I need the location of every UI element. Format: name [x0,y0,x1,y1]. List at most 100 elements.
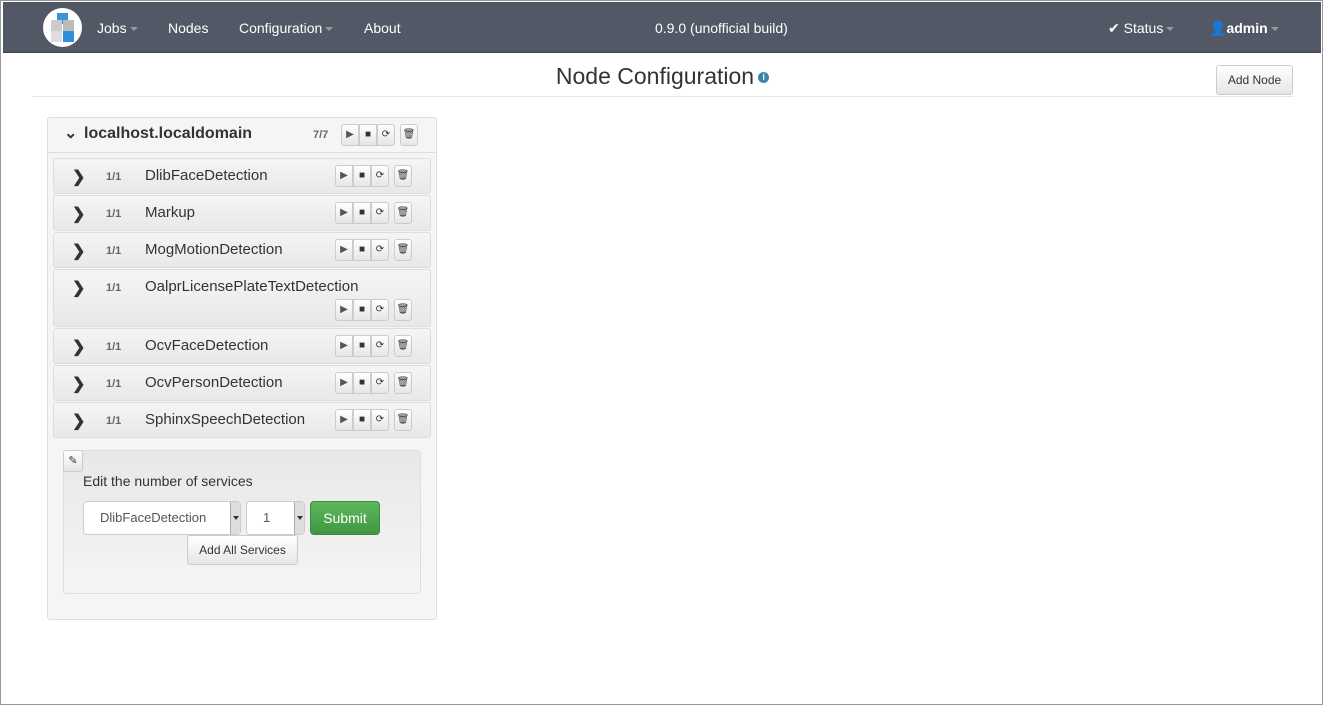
divider [32,96,1293,97]
nav-user-label: admin [1226,20,1268,36]
chevron-right-icon[interactable]: ❯ [72,204,85,224]
play-button[interactable]: ▶ [335,335,353,357]
delete-button[interactable]: 🗑 [394,335,412,357]
nav-user[interactable]: 👤admin [1209,20,1279,37]
restart-button[interactable]: ⟳ [371,299,389,321]
service-select[interactable]: DlibFaceDetection [83,501,241,535]
nav-about[interactable]: About [364,20,401,36]
service-row: ❯ 1/1 OcvFaceDetection ▶ ■ ⟳ 🗑 [53,328,431,364]
check-icon: ✔ [1108,20,1124,36]
service-controls: ▶ ■ ⟳ 🗑 [335,239,412,261]
chevron-down-icon[interactable]: ⌄ [64,123,77,143]
node-header: ⌄ localhost.localdomain 7/7 ▶ ■ ⟳ 🗑 [48,118,436,153]
page-title: Node Configuration i [1,63,1323,90]
play-button[interactable]: ▶ [335,372,353,394]
nav-jobs[interactable]: Jobs [97,20,138,36]
service-name: OalprLicensePlateTextDetection [145,278,359,295]
service-count: 1/1 [106,208,122,220]
caret-down-icon [294,502,304,534]
service-row: ❯ 1/1 MogMotionDetection ▶ ■ ⟳ 🗑 [53,232,431,268]
chevron-right-icon[interactable]: ❯ [72,278,85,298]
stop-button[interactable]: ■ [353,165,371,187]
play-button[interactable]: ▶ [335,202,353,224]
delete-button[interactable]: 🗑 [394,299,412,321]
delete-button[interactable]: 🗑 [394,372,412,394]
restart-button[interactable]: ⟳ [371,202,389,224]
chevron-right-icon[interactable]: ❯ [72,167,85,187]
nav-status-label: Status [1123,20,1164,36]
play-button[interactable]: ▶ [335,165,353,187]
restart-button[interactable]: ⟳ [377,124,395,146]
version-text: 0.9.0 (unofficial build) [655,20,788,36]
node-name: localhost.localdomain [84,125,253,142]
stop-button[interactable]: ■ [353,202,371,224]
service-row: ❯ 1/1 SphinxSpeechDetection ▶ ■ ⟳ 🗑 [53,402,431,438]
service-count: 1/1 [106,341,122,353]
stop-button[interactable]: ■ [353,372,371,394]
play-button[interactable]: ▶ [335,409,353,431]
app-logo[interactable] [43,8,82,47]
service-row: ❯ 1/1 OcvPersonDetection ▶ ■ ⟳ 🗑 [53,365,431,401]
edit-label: Edit the number of services [83,473,253,489]
restart-button[interactable]: ⟳ [371,409,389,431]
edit-services-panel: ✎ Edit the number of services DlibFaceDe… [63,450,421,594]
play-button[interactable]: ▶ [335,299,353,321]
service-count: 1/1 [106,245,122,257]
service-count: 1/1 [106,171,122,183]
info-icon[interactable]: i [758,72,770,84]
service-count: 1/1 [106,415,122,427]
caret-down-icon [325,27,334,32]
count-select[interactable]: 1 [246,501,305,535]
caret-down-icon [1166,27,1175,32]
restart-button[interactable]: ⟳ [371,372,389,394]
restart-button[interactable]: ⟳ [371,165,389,187]
restart-button[interactable]: ⟳ [371,335,389,357]
service-row: ❯ 1/1 Markup ▶ ■ ⟳ 🗑 [53,195,431,231]
service-controls: ▶ ■ ⟳ 🗑 [335,335,412,357]
node-controls: ▶ ■ ⟳ 🗑 [341,124,418,146]
submit-button[interactable]: Submit [310,501,380,535]
play-button[interactable]: ▶ [341,124,359,146]
service-name: SphinxSpeechDetection [145,411,306,428]
service-name: Markup [145,204,196,221]
service-controls: ▶ ■ ⟳ 🗑 [335,409,412,431]
service-row: ❯ 1/1 DlibFaceDetection ▶ ■ ⟳ 🗑 [53,158,431,194]
service-count: 1/1 [106,378,122,390]
stop-button[interactable]: ■ [353,409,371,431]
nav-status[interactable]: ✔ Status [1108,20,1175,37]
caret-down-icon [1270,27,1279,32]
delete-button[interactable]: 🗑 [394,202,412,224]
service-name: OcvPersonDetection [145,374,283,391]
caret-down-icon [230,502,240,534]
stop-button[interactable]: ■ [353,335,371,357]
chevron-right-icon[interactable]: ❯ [72,411,85,431]
nav-configuration[interactable]: Configuration [239,20,334,36]
nav-configuration-label: Configuration [239,20,323,36]
user-icon: 👤 [1209,20,1227,36]
pencil-icon[interactable]: ✎ [63,450,83,472]
chevron-right-icon[interactable]: ❯ [72,374,85,394]
chevron-right-icon[interactable]: ❯ [72,241,85,261]
service-select-value: DlibFaceDetection [100,510,207,525]
delete-button[interactable]: 🗑 [394,239,412,261]
delete-button[interactable]: 🗑 [400,124,418,146]
service-name: MogMotionDetection [145,241,283,258]
count-select-value: 1 [263,510,271,525]
stop-button[interactable]: ■ [353,299,371,321]
stop-button[interactable]: ■ [353,239,371,261]
restart-button[interactable]: ⟳ [371,239,389,261]
nav-jobs-label: Jobs [97,20,127,36]
nav-nodes[interactable]: Nodes [168,20,208,36]
navbar: Jobs Nodes Configuration About 0.9.0 (un… [3,2,1321,53]
stop-button[interactable]: ■ [359,124,377,146]
add-all-services-button[interactable]: Add All Services [187,535,298,565]
add-node-button[interactable]: Add Node [1216,65,1293,95]
delete-button[interactable]: 🗑 [394,409,412,431]
service-row: ❯ 1/1 OalprLicensePlateTextDetection ▶ ■ ⟳… [53,269,431,327]
play-button[interactable]: ▶ [335,239,353,261]
node-panel: ⌄ localhost.localdomain 7/7 ▶ ■ ⟳ 🗑 ❯ 1/1 D… [47,117,437,620]
service-controls: ▶ ■ ⟳ 🗑 [335,299,412,321]
service-name: OcvFaceDetection [145,337,269,354]
delete-button[interactable]: 🗑 [394,165,412,187]
chevron-right-icon[interactable]: ❯ [72,337,85,357]
